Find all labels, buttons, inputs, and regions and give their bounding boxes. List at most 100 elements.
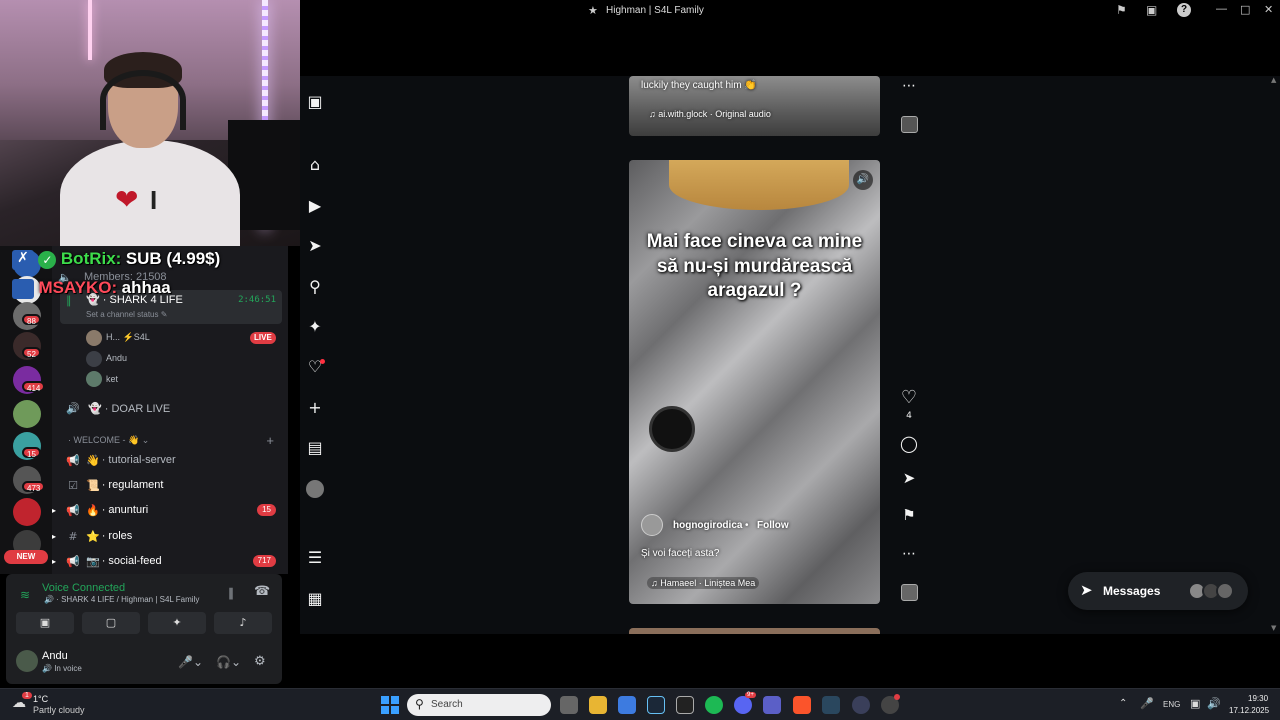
scroll-up-icon[interactable]: ▲: [1271, 76, 1276, 84]
steam-alt-icon[interactable]: [822, 696, 840, 714]
network-icon[interactable]: ▣: [1190, 697, 1200, 710]
help-icon[interactable]: ?: [1177, 3, 1191, 17]
more-apps-icon[interactable]: ▦: [306, 590, 324, 608]
save-bookmark-icon[interactable]: ⚑: [898, 506, 920, 524]
instagram-logo-icon[interactable]: ▣: [306, 93, 324, 111]
audio-thumbnail[interactable]: [901, 116, 918, 133]
maximize-button[interactable]: □: [1240, 3, 1250, 16]
inbox-icon[interactable]: ▣: [1146, 3, 1157, 17]
clock-time[interactable]: 19:30: [1248, 694, 1268, 703]
reel-audio[interactable]: ♫ ai.with.glock · Original audio: [649, 109, 771, 119]
reel-audio[interactable]: ♫ Hamaeel · Liniștea Mea: [647, 577, 760, 589]
file-explorer-icon[interactable]: [589, 696, 607, 714]
avatar[interactable]: [86, 351, 102, 367]
new-badge: NEW: [4, 550, 48, 564]
language-indicator[interactable]: ENG: [1163, 700, 1180, 709]
home-icon[interactable]: ⌂: [306, 156, 324, 174]
server-icon[interactable]: [13, 400, 41, 428]
avatar[interactable]: [641, 514, 663, 536]
send-icon[interactable]: ➤: [306, 237, 324, 255]
screen-share-button[interactable]: ▢: [82, 612, 140, 634]
like-heart-icon[interactable]: ♡: [898, 387, 920, 408]
weather-temp[interactable]: 1°C: [33, 694, 48, 704]
disconnect-icon[interactable]: ☎: [254, 584, 270, 599]
weather-desc[interactable]: Partly cloudy: [33, 705, 85, 715]
store-icon[interactable]: [618, 696, 636, 714]
reel-overlay-text: să nu-și murdărească: [656, 256, 853, 277]
category-header[interactable]: · WELCOME - 👋 ⌄ +: [52, 429, 288, 451]
volume-icon[interactable]: 🔊: [1207, 697, 1221, 710]
reel-previous[interactable]: luckily they caught him 👏 ♫ ai.with.gloc…: [629, 76, 880, 136]
server-icon[interactable]: [13, 498, 41, 526]
voice-channel[interactable]: 🔊 👻 · DOAR LIVE: [52, 397, 288, 419]
messages-button[interactable]: ➤ Messages: [1068, 572, 1248, 610]
camera-button[interactable]: ▣: [16, 612, 74, 634]
unread-badge: 717: [252, 555, 276, 567]
menu-icon[interactable]: ☰: [306, 549, 324, 567]
search-input[interactable]: ⚲ Search: [407, 694, 551, 716]
windows-taskbar: ☁ 1 1°C Partly cloudy ⚲ Search 9+ ⌃ 🎤 EN…: [0, 688, 1280, 720]
app-icon[interactable]: [852, 696, 870, 714]
teams-icon[interactable]: [763, 696, 781, 714]
more-options-icon[interactable]: ⋯: [898, 78, 920, 94]
channel-status[interactable]: Set a channel status ✎: [86, 310, 167, 319]
chat-user: BotRix:: [60, 249, 122, 268]
reel-username[interactable]: hognogirodica: [673, 520, 742, 531]
avatar[interactable]: [16, 650, 38, 672]
pot-with-eggs: [669, 160, 849, 210]
audio-thumbnail[interactable]: [901, 584, 918, 601]
mic-icon[interactable]: 🎤⌄: [178, 655, 203, 669]
create-plus-icon[interactable]: +: [306, 399, 324, 417]
user-name[interactable]: Andu: [42, 650, 68, 662]
chevron-up-icon[interactable]: ⌃: [1119, 698, 1127, 709]
minimize-button[interactable]: —: [1216, 3, 1227, 15]
soundboard-button[interactable]: ♪: [214, 612, 272, 634]
volume-icon[interactable]: 🔊: [853, 170, 873, 190]
soundboard-icon[interactable]: ∥: [228, 586, 234, 600]
windows-start-icon[interactable]: [381, 696, 399, 714]
text-channel[interactable]: ▸ 📢 🔥 · anunturi 15: [52, 499, 288, 521]
voice-user[interactable]: ket: [106, 374, 118, 384]
text-channel[interactable]: ☑ 📜 · regulament: [52, 474, 288, 496]
add-channel-icon[interactable]: +: [266, 433, 274, 448]
window-titlebar: ★ Highman | S4L Family ⚑ ▣ ? — □ ✕: [300, 0, 1280, 22]
spotify-icon[interactable]: [705, 696, 723, 714]
steam-icon[interactable]: [647, 696, 665, 714]
text-channel[interactable]: 📢 👋 · tutorial-server: [52, 449, 288, 471]
flag-icon[interactable]: ⚑: [1116, 3, 1127, 17]
avatar[interactable]: [86, 330, 102, 346]
channel-timer: 2:46:51: [238, 295, 276, 305]
shirt-heart-icon: ❤: [115, 183, 139, 216]
avatar[interactable]: [86, 371, 102, 387]
epic-games-icon[interactable]: [676, 696, 694, 714]
headphones-icon[interactable]: 🎧⌄: [216, 655, 241, 669]
voice-user[interactable]: Andu: [106, 353, 127, 363]
dashboard-icon[interactable]: ▤: [306, 439, 324, 457]
more-options-icon[interactable]: ⋯: [898, 546, 920, 562]
search-icon[interactable]: ⚲: [306, 278, 324, 296]
app-logo-icon: ★: [588, 4, 598, 17]
brave-icon[interactable]: [793, 696, 811, 714]
voice-status[interactable]: Voice Connected: [42, 582, 125, 594]
reels-icon[interactable]: ▶: [306, 197, 324, 215]
text-channel[interactable]: ▸ 📢 📷 · social-feed 717: [52, 550, 288, 572]
scrollbar[interactable]: ▲ ▼: [1270, 76, 1280, 634]
settings-gear-icon[interactable]: ⚙: [254, 654, 266, 669]
voice-user-streamer[interactable]: H... ⚡S4L: [106, 332, 150, 343]
follow-button[interactable]: Follow: [757, 520, 789, 531]
scroll-down-icon[interactable]: ▼: [1271, 624, 1276, 632]
text-channel[interactable]: ▸ # ⭐ · roles: [52, 525, 288, 547]
activities-button[interactable]: ✦: [148, 612, 206, 634]
task-view-icon[interactable]: [560, 696, 578, 714]
reel-current[interactable]: 🔊 Mai face cineva ca mine să nu-și murdă…: [629, 160, 880, 604]
mic-icon[interactable]: 🎤: [1140, 697, 1154, 710]
verified-icon: ✓: [38, 250, 57, 269]
comment-icon[interactable]: ◯: [898, 434, 920, 453]
discord-icon[interactable]: [734, 696, 752, 714]
explore-icon[interactable]: ✦: [306, 318, 324, 336]
clock-date[interactable]: 17.12.2025: [1229, 706, 1269, 715]
voice-location[interactable]: 🔊 · SHARK 4 LIFE / Highman | S4L Family: [44, 595, 199, 604]
share-send-icon[interactable]: ➤: [898, 469, 920, 487]
profile-avatar[interactable]: [306, 480, 324, 498]
close-button[interactable]: ✕: [1264, 3, 1273, 16]
